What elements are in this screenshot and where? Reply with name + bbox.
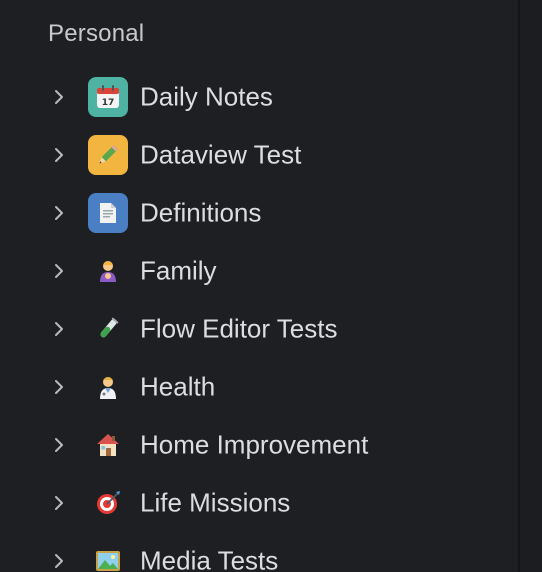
folder-label: Daily Notes — [140, 81, 273, 112]
chevron-right-icon[interactable] — [50, 204, 68, 222]
adjacent-pane — [520, 0, 542, 572]
chevron-right-icon[interactable] — [50, 494, 68, 512]
section-title[interactable]: Personal — [48, 20, 144, 48]
folder-item-health[interactable]: Health — [0, 358, 518, 416]
folder-item-definitions[interactable]: Definitions — [0, 184, 518, 242]
test-tube-icon — [88, 309, 128, 349]
picture-icon — [88, 541, 128, 572]
health-worker-icon — [88, 367, 128, 407]
house-icon — [88, 425, 128, 465]
chevron-right-icon[interactable] — [50, 320, 68, 338]
folder-item-media-tests[interactable]: Media Tests — [0, 532, 518, 572]
folder-item-family[interactable]: Family — [0, 242, 518, 300]
svg-text:17: 17 — [102, 98, 115, 108]
folder-label: Flow Editor Tests — [140, 313, 338, 344]
chevron-right-icon[interactable] — [50, 378, 68, 396]
folder-label: Home Improvement — [140, 429, 369, 460]
folder-label: Definitions — [140, 197, 262, 228]
folder-label: Health — [140, 371, 216, 402]
folder-item-dataview-test[interactable]: Dataview Test — [0, 126, 518, 184]
family-icon — [88, 251, 128, 291]
folder-item-flow-editor-tests[interactable]: Flow Editor Tests — [0, 300, 518, 358]
folder-label: Media Tests — [140, 545, 279, 572]
calendar-icon: 17 — [88, 77, 128, 117]
chevron-right-icon[interactable] — [50, 436, 68, 454]
folder-item-daily-notes[interactable]: 17 Daily Notes — [0, 68, 518, 126]
target-icon — [88, 483, 128, 523]
folder-label: Life Missions — [140, 487, 291, 518]
folder-label: Dataview Test — [140, 139, 302, 170]
pencil-icon — [88, 135, 128, 175]
chevron-right-icon[interactable] — [50, 88, 68, 106]
document-icon — [88, 193, 128, 233]
chevron-right-icon[interactable] — [50, 552, 68, 570]
file-explorer-panel: Personal 17 Daily Notes Dataview Test De… — [0, 0, 542, 572]
chevron-right-icon[interactable] — [50, 146, 68, 164]
chevron-right-icon[interactable] — [50, 262, 68, 280]
folder-item-life-missions[interactable]: Life Missions — [0, 474, 518, 532]
folder-tree: 17 Daily Notes Dataview Test Definitions… — [0, 68, 518, 572]
folder-label: Family — [140, 255, 217, 286]
folder-item-home-improvement[interactable]: Home Improvement — [0, 416, 518, 474]
